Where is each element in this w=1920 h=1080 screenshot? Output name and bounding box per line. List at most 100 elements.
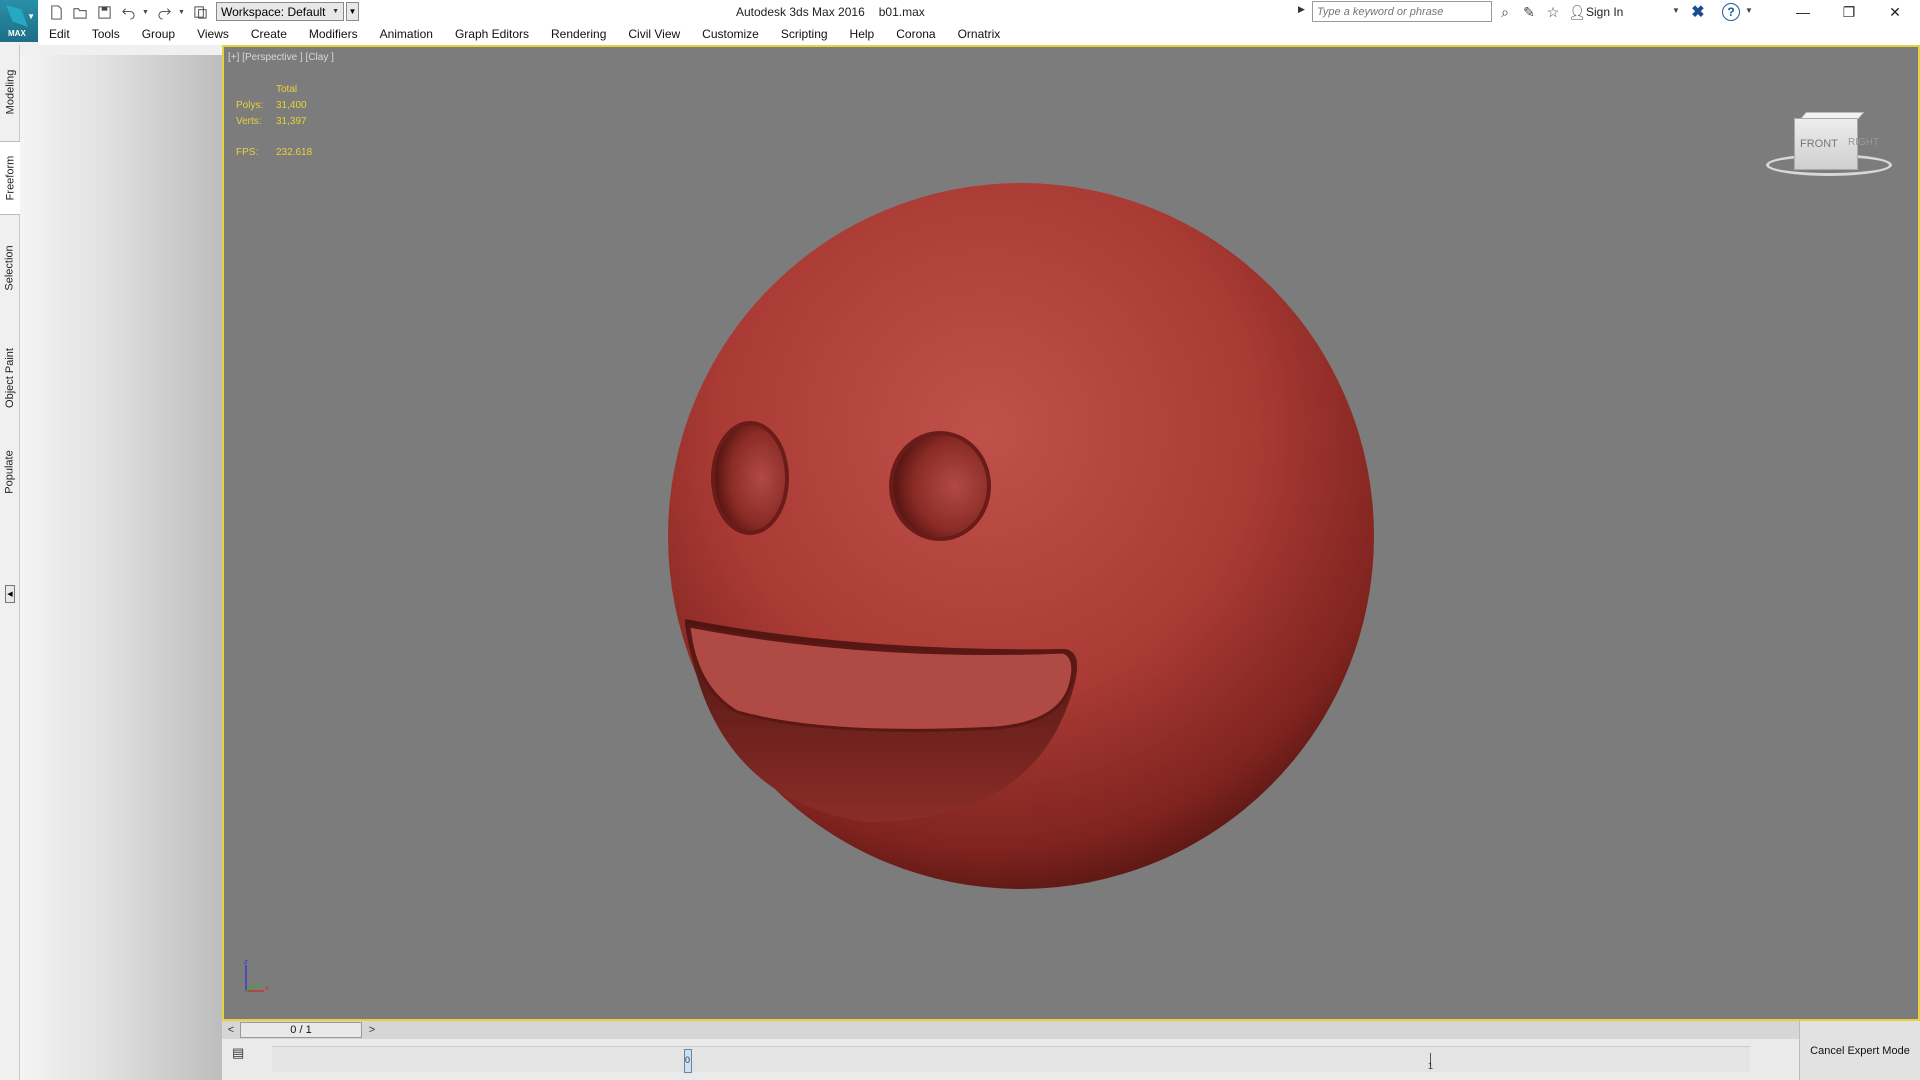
redo-dropdown-icon[interactable]: ▼ [178,9,186,16]
info-center-tools: ⌕ ✎ ☆ 👤︎ [1496,2,1586,22]
menu-views[interactable]: Views [186,24,240,45]
svg-text:z: z [244,959,248,966]
sign-in-link[interactable]: Sign In [1586,5,1623,19]
chevron-down-icon[interactable]: ▼ [1672,6,1680,15]
star-icon[interactable]: ☆ [1544,3,1562,21]
menu-create[interactable]: Create [240,24,298,45]
file-name: b01.max [878,5,925,19]
undo-button[interactable] [118,2,138,22]
menu-rendering[interactable]: Rendering [540,24,617,45]
verts-label: Verts: [236,116,262,127]
menu-ornatrix[interactable]: Ornatrix [947,24,1012,45]
app-window: ▼ MAX ▼ ▼ Workspace: Default ▼ ▼ Autodes… [0,0,1920,1080]
fps-readout: FPS: 232.618 [236,147,312,158]
redo-icon [157,7,171,20]
menu-scripting[interactable]: Scripting [770,24,839,45]
ribbon-tab-strip: Modeling Freeform Selection Object Paint… [0,45,20,1080]
track-bar: ▤ 0 1 [222,1039,1799,1080]
redo-button[interactable] [154,2,174,22]
tab-selection[interactable]: Selection [0,231,20,305]
new-file-icon [50,4,62,20]
menu-animation[interactable]: Animation [369,24,444,45]
fps-label: FPS: [236,147,259,158]
search-input[interactable] [1312,1,1492,22]
close-button[interactable]: ✕ [1872,0,1918,24]
viewport-label[interactable]: [+] [Perspective ] [Clay ] [228,52,334,63]
title-bar: ▼ MAX ▼ ▼ Workspace: Default ▼ ▼ Autodes… [0,0,1920,42]
time-next-button[interactable]: > [364,1022,380,1038]
menu-tools[interactable]: Tools [81,24,131,45]
track-start-label: 0 [685,1055,691,1065]
undo-dropdown-icon[interactable]: ▼ [142,9,150,16]
chevron-down-icon[interactable]: ▼ [1745,6,1753,15]
logo-text: MAX [8,29,26,38]
ribbon-collapse-toggle[interactable]: ◀ [5,585,15,603]
app-name: Autodesk 3ds Max 2016 [736,5,865,19]
polys-value: 31,400 [276,100,307,111]
save-icon [97,5,111,19]
workspace-dropdown[interactable]: Workspace: Default ▼ [216,2,344,21]
menu-modifiers[interactable]: Modifiers [298,24,369,45]
tab-label: Selection [4,245,17,291]
new-file-button[interactable] [46,2,66,22]
perspective-viewport[interactable]: [+] [Perspective ] [Clay ] Total Polys: 3… [222,45,1920,1021]
viewport-statistics: Total Polys: 31,400 Verts: 31,397 [236,84,307,132]
menu-graph-editors[interactable]: Graph Editors [444,24,540,45]
tab-object-paint[interactable]: Object Paint [0,333,20,423]
window-title: Autodesk 3ds Max 2016 b01.max [736,5,925,19]
viewcube-front-label[interactable]: FRONT [1800,138,1838,150]
subscription-icon[interactable]: ✎ [1520,3,1538,21]
menu-help[interactable]: Help [839,24,886,45]
minimize-button[interactable]: — [1780,0,1826,24]
menu-customize[interactable]: Customize [691,24,770,45]
cancel-expert-mode-button[interactable]: Cancel Expert Mode [1799,1021,1920,1080]
customize-toolbar-button[interactable]: ▼ [346,2,359,21]
stats-header: Total [276,84,298,95]
polys-label: Polys: [236,100,264,111]
menu-corona[interactable]: Corona [885,24,946,45]
menu-bar: Edit Tools Group Views Create Modifiers … [38,24,1920,45]
axis-tripod-icon: z x y [244,959,269,992]
tab-populate[interactable]: Populate [0,437,20,507]
track-timeline[interactable]: 0 1 [272,1046,1750,1073]
chevron-down-icon: ▼ [332,8,339,15]
viewcube-right-label[interactable]: RIGHT [1848,137,1879,148]
help-icon[interactable]: ? [1722,3,1740,21]
viewcube[interactable]: FRONT RIGHT [1764,112,1894,192]
menu-group[interactable]: Group [131,24,186,45]
exchange-apps-icon[interactable]: ✖ [1688,2,1708,22]
folder-open-icon [72,7,87,19]
save-button[interactable] [94,2,114,22]
quick-access-toolbar: ▼ ▼ [46,2,210,22]
verts-value: 31,397 [276,116,307,127]
tab-freeform[interactable]: Freeform [0,141,20,215]
menu-edit[interactable]: Edit [38,24,81,45]
tab-label: Populate [4,450,16,494]
right-eye [889,431,991,541]
fps-value: 232.618 [276,147,313,158]
frame-display[interactable]: 0 / 1 [240,1022,362,1038]
curve-editor-icon[interactable]: ▤ [232,1045,252,1063]
restore-button[interactable]: ❐ [1826,0,1872,24]
smiley-ball-model[interactable] [667,182,1375,890]
project-folder-button[interactable] [190,2,210,22]
track-end-label: 1 [1428,1061,1434,1071]
time-slider[interactable]: < 0 / 1 > [222,1021,1799,1039]
max-logo-icon [6,5,28,27]
application-button[interactable]: ▼ MAX [0,0,38,42]
binoculars-icon[interactable]: ⌕ [1496,3,1514,21]
user-icon[interactable]: 👤︎ [1568,3,1586,21]
menu-civil-view[interactable]: Civil View [617,24,691,45]
svg-text:x: x [265,984,269,992]
undo-icon [121,7,135,20]
open-file-button[interactable] [70,2,90,22]
tab-modeling[interactable]: Modeling [0,57,20,127]
workspace-label: Workspace: Default [221,4,326,19]
ribbon-panel [20,55,222,1080]
svg-text:y: y [256,981,260,989]
tab-label: Object Paint [4,348,17,408]
tab-label: Freeform [4,155,16,201]
time-prev-button[interactable]: < [223,1022,239,1038]
project-folder-icon [193,5,207,19]
search-expand-icon[interactable]: ▶ [1298,4,1305,15]
